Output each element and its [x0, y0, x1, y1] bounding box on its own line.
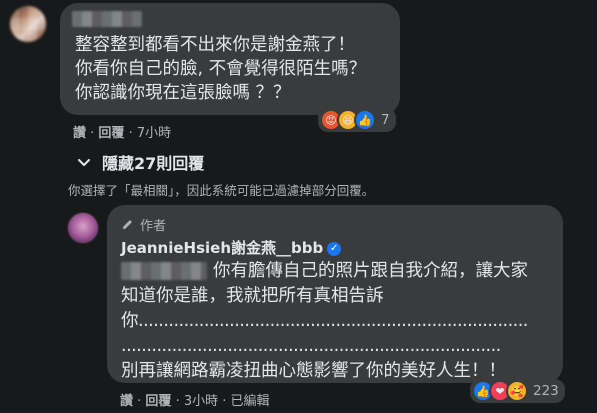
reaction-count: 7: [381, 112, 390, 128]
reply-text-segment: 你有膽傳自己的照片跟自我介紹，讓大家: [213, 261, 528, 281]
author-badge-label: 作者: [140, 219, 167, 234]
comment-text-line: 你認識你現在這張臉嗎 ？？: [75, 83, 291, 103]
commenter-avatar[interactable]: [10, 6, 46, 42]
mentioned-user-redacted[interactable]: [121, 262, 207, 280]
verified-badge-icon: ✓: [327, 241, 342, 256]
author-name-text: JeannieHsieh謝金燕__bbb: [121, 239, 324, 257]
commenter-name-redacted[interactable]: [72, 11, 142, 27]
pencil-icon: [122, 220, 132, 230]
comment-reactions[interactable]: 😡 😆 👍 7: [318, 108, 396, 132]
comment-actions: 讚 · 回覆 · 7小時: [73, 126, 172, 141]
reply-bubble: 作者 JeannieHsieh謝金燕__bbb ✓ 你有膽傳自己的照片跟自我介紹，…: [107, 205, 563, 383]
comment-bubble: 整容整到都看不出來你是謝金燕了！ 你看你自己的臉, 不會覺得很陌生嗎？ 你認識你…: [60, 3, 400, 115]
hidden-replies-label: 隱藏27則回覆: [102, 154, 205, 173]
author-badge: 作者: [121, 215, 166, 234]
like-action[interactable]: 讚: [120, 394, 133, 409]
reply-text-line: 你有膽傳自己的照片跟自我介紹，讓大家: [121, 259, 551, 284]
reply-action[interactable]: 回覆: [98, 126, 124, 141]
like-icon: 👍: [354, 109, 376, 131]
reply-timestamp[interactable]: 3小時: [184, 394, 218, 409]
chevron-down-icon: [78, 159, 90, 166]
reply-reactions[interactable]: 👍 ❤ 🥰 223: [470, 379, 565, 403]
edited-label[interactable]: 已編輯: [231, 394, 270, 409]
reaction-count: 223: [533, 383, 559, 399]
comment-text-line: 你看你自己的臉, 不會覺得很陌生嗎？: [75, 59, 367, 79]
comment-timestamp[interactable]: 7小時: [137, 126, 171, 141]
reply-text-line: ........................................…: [121, 336, 501, 356]
like-action[interactable]: 讚: [73, 126, 86, 141]
reply-text-line: 知道你是誰，我就把所有真相告訴: [121, 286, 384, 306]
reply-actions: 讚 · 回覆 · 3小時 · 已編輯: [120, 394, 270, 409]
comment-text-line: 整容整到都看不出來你是謝金燕了！: [75, 35, 355, 55]
hidden-replies-toggle[interactable]: 隱藏27則回覆: [76, 150, 204, 174]
care-icon: 🥰: [506, 380, 528, 402]
reply-text-line: 你.......................................…: [121, 311, 528, 331]
author-name[interactable]: JeannieHsieh謝金燕__bbb ✓: [121, 237, 342, 258]
filter-notice: 你選擇了「最相關」，因此系統可能已過濾掉部分回覆。: [68, 183, 375, 198]
reply-action[interactable]: 回覆: [145, 394, 171, 409]
author-avatar[interactable]: [67, 212, 99, 244]
